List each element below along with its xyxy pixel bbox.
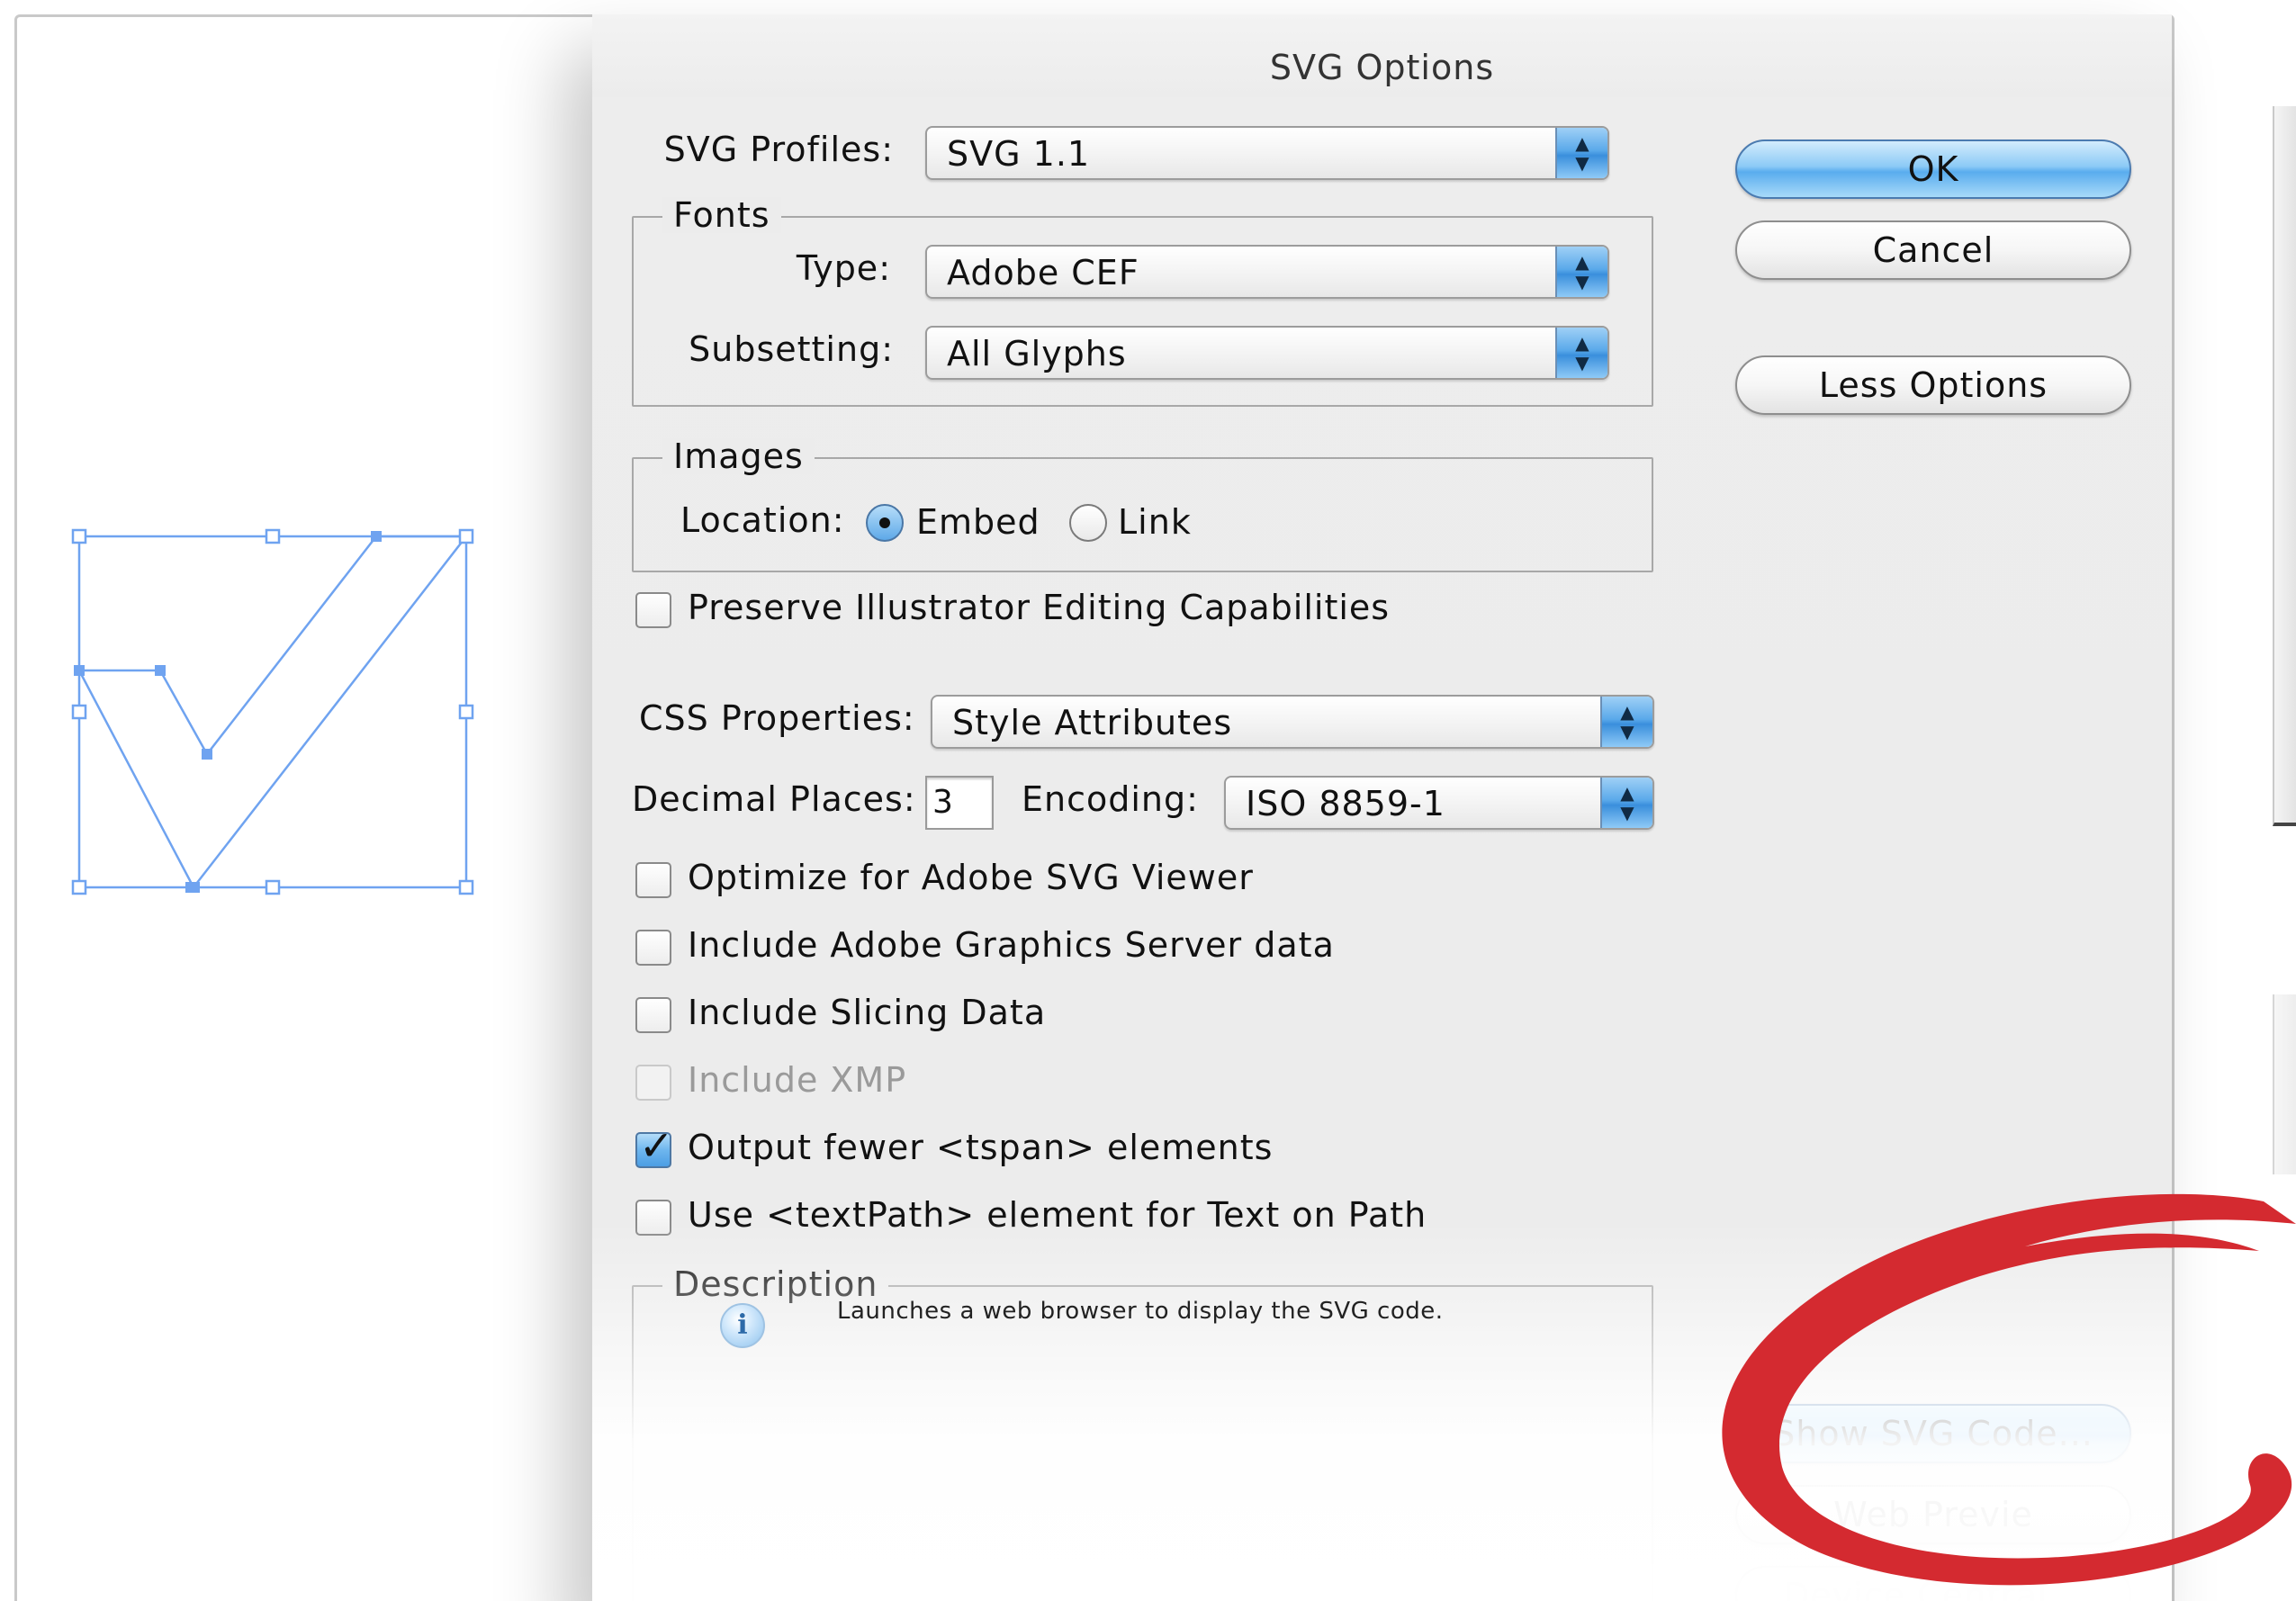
font-subsetting-label: Subsetting: <box>689 329 894 369</box>
include-graphics-server-label[interactable]: Include Adobe Graphics Server data <box>688 925 1335 965</box>
image-location-label: Location: <box>680 500 845 540</box>
decimal-places-field[interactable]: 3 <box>925 776 994 830</box>
decimal-places-label: Decimal Places: <box>632 779 916 819</box>
popup-arrows-icon: ▲ ▼ <box>1555 128 1607 178</box>
selection-bounding-box <box>77 535 468 889</box>
include-xmp-label: Include XMP <box>688 1060 907 1100</box>
svg-profiles-value: SVG 1.1 <box>947 134 1091 174</box>
link-radio-label[interactable]: Link <box>1118 502 1192 542</box>
css-properties-label: CSS Properties: <box>639 698 915 738</box>
include-slicing-data-checkbox[interactable] <box>635 997 671 1033</box>
font-type-popup[interactable]: Adobe CEF ▲ ▼ <box>925 245 1609 299</box>
optimize-svg-viewer-label[interactable]: Optimize for Adobe SVG Viewer <box>688 858 1254 897</box>
font-type-value: Adobe CEF <box>947 253 1139 292</box>
svg-profiles-popup[interactable]: SVG 1.1 ▲ ▼ <box>925 126 1609 180</box>
svg-profiles-label: SVG Profiles: <box>663 130 894 169</box>
link-radio[interactable] <box>1069 504 1107 542</box>
include-slicing-data-label[interactable]: Include Slicing Data <box>688 993 1046 1032</box>
embed-radio[interactable] <box>866 504 904 542</box>
encoding-popup[interactable]: ISO 8859-1 ▲ ▼ <box>1224 776 1654 830</box>
description-group <box>632 1285 1653 1601</box>
preserve-editing-checkbox[interactable] <box>635 592 671 628</box>
font-type-label: Type: <box>796 248 891 288</box>
preserve-editing-label[interactable]: Preserve Illustrator Editing Capabilitie… <box>688 588 1390 627</box>
info-icon: i <box>720 1303 765 1348</box>
selection-handles <box>71 528 474 895</box>
dialog-title: SVG Options <box>592 14 2172 97</box>
device-central-button[interactable]: Device Central... <box>1735 1566 2131 1601</box>
side-panel <box>2273 106 2296 826</box>
font-subsetting-popup[interactable]: All Glyphs ▲ ▼ <box>925 326 1609 380</box>
images-group-title: Images <box>662 438 815 474</box>
fonts-group-title: Fonts <box>662 197 781 233</box>
encoding-label: Encoding: <box>1022 779 1199 819</box>
description-text: Launches a web browser to display the SV… <box>837 1298 1444 1325</box>
less-options-button[interactable]: Less Options <box>1735 355 2131 415</box>
popup-arrows-icon: ▲ ▼ <box>1555 328 1607 378</box>
font-subsetting-value: All Glyphs <box>947 334 1127 373</box>
popup-arrows-icon: ▲ ▼ <box>1600 778 1652 828</box>
encoding-value: ISO 8859-1 <box>1246 784 1445 823</box>
cancel-button[interactable]: Cancel <box>1735 220 2131 280</box>
show-svg-code-button[interactable]: Show SVG Code... <box>1735 1404 2131 1463</box>
embed-radio-label[interactable]: Embed <box>916 502 1040 542</box>
use-textpath-label[interactable]: Use <textPath> element for Text on Path <box>688 1195 1427 1235</box>
checkmark-icon: ✓ <box>639 1121 674 1170</box>
popup-arrows-icon: ▲ ▼ <box>1600 697 1652 747</box>
checkmark-path <box>77 535 469 890</box>
css-properties-popup[interactable]: Style Attributes ▲ ▼ <box>931 695 1654 749</box>
svg-options-dialog: SVG Options SVG Profiles: SVG 1.1 ▲ ▼ Fon… <box>592 14 2172 1601</box>
output-fewer-tspan-checkbox[interactable]: ✓ <box>635 1123 674 1168</box>
popup-arrows-icon: ▲ ▼ <box>1555 247 1607 297</box>
ok-button[interactable]: OK <box>1735 139 2131 199</box>
include-xmp-checkbox <box>635 1065 671 1101</box>
output-fewer-tspan-label[interactable]: Output fewer <tspan> elements <box>688 1128 1273 1167</box>
use-textpath-checkbox[interactable] <box>635 1200 671 1236</box>
description-group-title: Description <box>662 1266 889 1302</box>
include-graphics-server-checkbox[interactable] <box>635 930 671 966</box>
side-panel <box>2273 994 2296 1174</box>
checkmark-artwork[interactable] <box>63 522 495 900</box>
optimize-svg-viewer-checkbox[interactable] <box>635 862 671 898</box>
web-preview-button[interactable]: Web Previe <box>1735 1485 2131 1544</box>
css-properties-value: Style Attributes <box>952 703 1233 742</box>
